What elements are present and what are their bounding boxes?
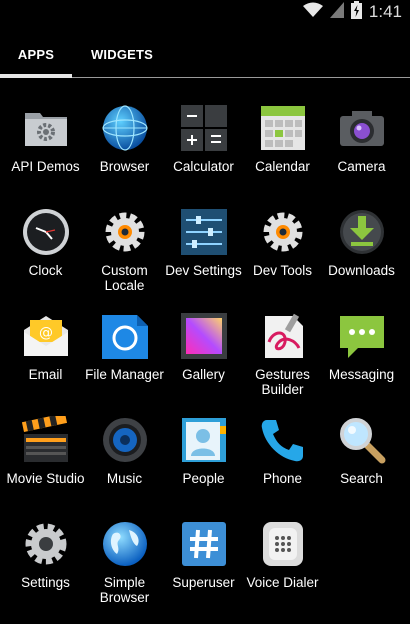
status-bar: 1:41 [0, 0, 410, 24]
app-label: Downloads [328, 263, 395, 278]
status-time: 1:41 [368, 2, 402, 21]
app-label: People [182, 471, 225, 486]
tab-selected-indicator [0, 74, 72, 78]
gestures-icon [259, 312, 307, 360]
globe-icon [101, 104, 149, 152]
file-manager-icon [101, 312, 149, 360]
app-messaging[interactable]: Messaging [322, 304, 401, 408]
app-search[interactable]: Search [322, 408, 401, 512]
app-label: Movie Studio [6, 471, 85, 486]
svg-text:@: @ [39, 325, 53, 341]
phone-handset-icon [259, 416, 307, 464]
download-icon [338, 208, 386, 256]
battery-charging-icon [350, 0, 362, 24]
app-label: Calendar [255, 159, 310, 174]
app-label: Dev Tools [252, 263, 313, 278]
wifi-icon [302, 2, 323, 23]
app-label: Dev Settings [165, 263, 242, 278]
app-label: Phone [262, 471, 303, 486]
app-label: Messaging [328, 367, 395, 382]
speaker-icon [101, 416, 149, 464]
tab-bar: APPS WIDGETS [0, 30, 410, 80]
app-clock[interactable]: Clock [6, 200, 85, 304]
app-browser[interactable]: Browser [85, 96, 164, 200]
calendar-icon [259, 104, 307, 152]
message-bubble-icon [338, 312, 386, 360]
app-settings[interactable]: Settings [6, 512, 85, 616]
app-label: Settings [21, 575, 70, 590]
envelope-icon: @ [22, 312, 70, 360]
tab-widgets[interactable]: WIDGETS [80, 30, 164, 78]
app-downloads[interactable]: Downloads [322, 200, 401, 304]
settings-gear-icon [22, 520, 70, 568]
app-label: Search [340, 471, 383, 486]
app-superuser[interactable]: Superuser [164, 512, 243, 616]
app-calculator[interactable]: Calculator [164, 96, 243, 200]
app-voice-dialer[interactable]: Voice Dialer [243, 512, 322, 616]
app-email[interactable]: @ Email [6, 304, 85, 408]
sliders-icon [180, 208, 228, 256]
app-gestures-builder[interactable]: Gestures Builder [243, 304, 322, 408]
app-label: Browser [99, 159, 150, 174]
app-label: File Manager [85, 367, 164, 382]
app-label: Superuser [172, 575, 235, 590]
app-phone[interactable]: Phone [243, 408, 322, 512]
app-label: Voice Dialer [246, 575, 319, 590]
folder-gear-icon [22, 104, 70, 152]
app-gallery[interactable]: Gallery [164, 304, 243, 408]
magnifier-icon [338, 416, 386, 464]
calculator-icon [180, 104, 228, 152]
app-custom-locale[interactable]: Custom Locale [85, 200, 164, 304]
app-dev-settings[interactable]: Dev Settings [164, 200, 243, 304]
app-label: Music [106, 471, 143, 486]
app-music[interactable]: Music [85, 408, 164, 512]
app-api-demos[interactable]: API Demos [6, 96, 85, 200]
app-label: Gallery [182, 367, 225, 382]
globe-icon [101, 520, 149, 568]
gear-icon [101, 208, 149, 256]
app-grid: API Demos Browser Calculator Calendar Ca… [0, 96, 410, 616]
signal-icon [329, 1, 344, 23]
app-label: Gestures Builder [255, 367, 310, 397]
tab-apps[interactable]: APPS [0, 30, 72, 78]
app-camera[interactable]: Camera [322, 96, 401, 200]
app-label: Simple Browser [99, 575, 150, 605]
gear-icon [259, 208, 307, 256]
app-label: Custom Locale [101, 263, 148, 293]
app-label: Camera [337, 159, 386, 174]
app-label: Calculator [173, 159, 234, 174]
app-calendar[interactable]: Calendar [243, 96, 322, 200]
app-simple-browser[interactable]: Simple Browser [85, 512, 164, 616]
hash-icon [180, 520, 228, 568]
app-dev-tools[interactable]: Dev Tools [243, 200, 322, 304]
clapperboard-icon [21, 413, 70, 464]
contacts-icon [180, 416, 228, 464]
tab-divider [72, 77, 410, 78]
camera-icon [338, 104, 386, 152]
app-label: Clock [28, 263, 63, 278]
gallery-icon [180, 312, 228, 360]
app-label: Email [28, 367, 63, 382]
app-label: API Demos [11, 159, 80, 174]
clock-icon [22, 208, 70, 256]
app-people[interactable]: People [164, 408, 243, 512]
app-file-manager[interactable]: File Manager [85, 304, 164, 408]
app-movie-studio[interactable]: Movie Studio [6, 408, 85, 512]
voice-dialer-icon [259, 520, 307, 568]
